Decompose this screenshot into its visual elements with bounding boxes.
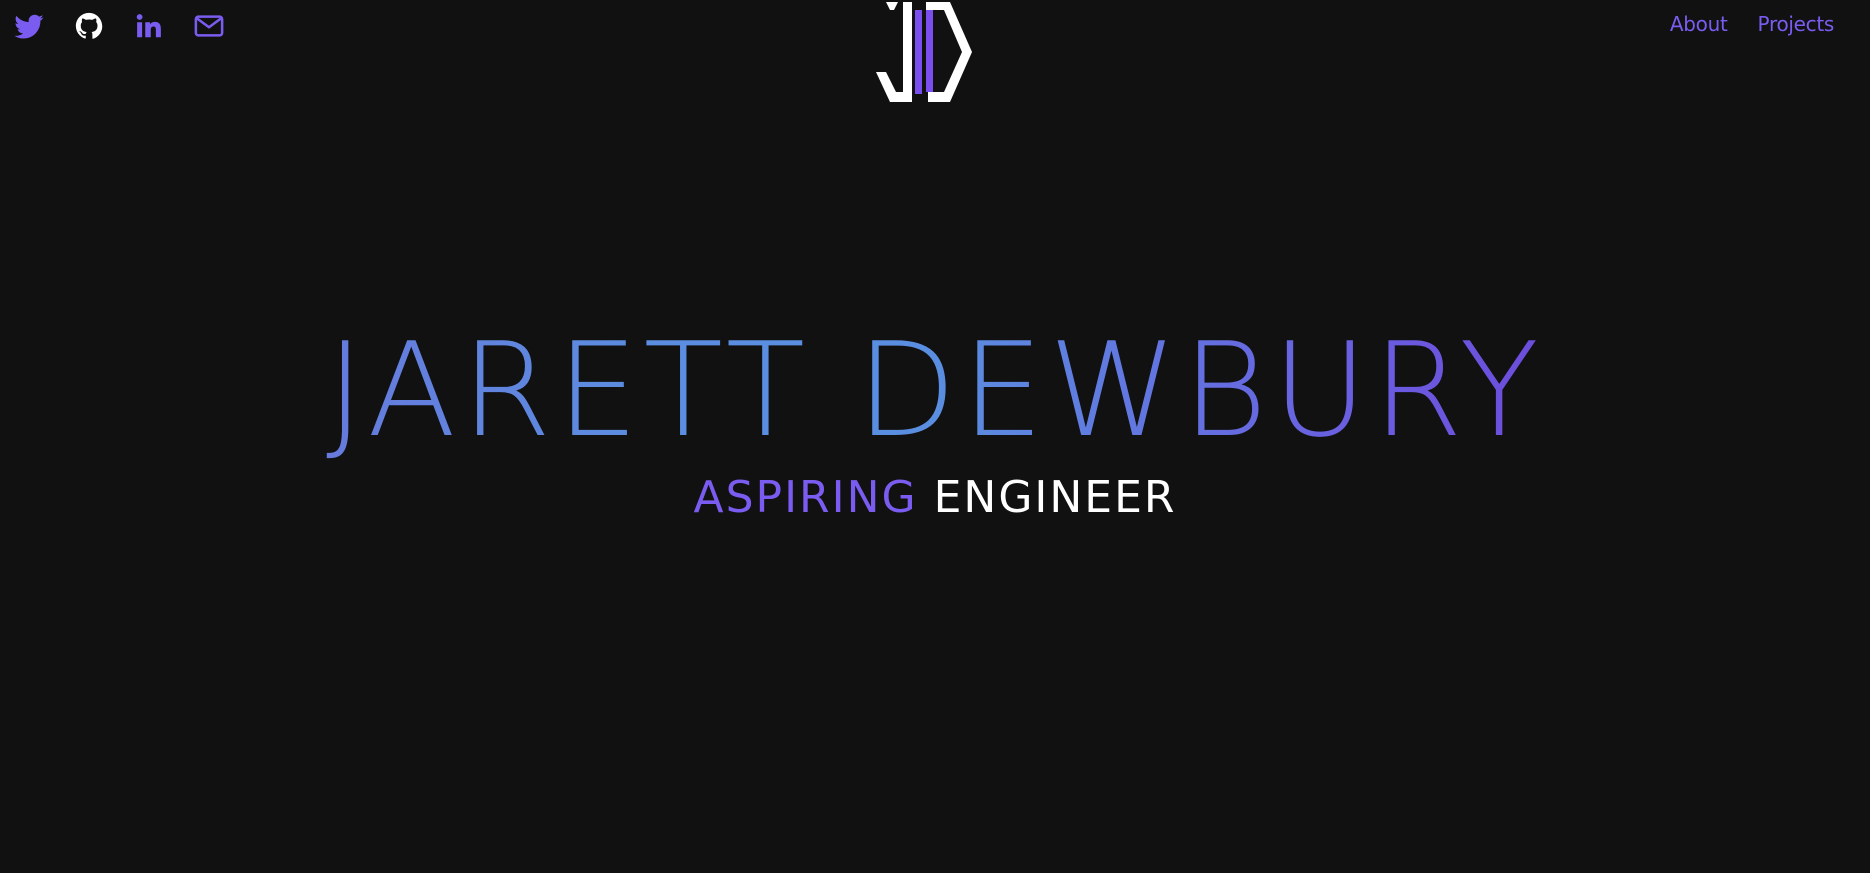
linkedin-link[interactable] (134, 10, 164, 42)
logo[interactable] (868, 0, 978, 104)
nav-projects-link[interactable]: Projects (1758, 12, 1835, 36)
linkedin-icon (136, 14, 161, 38)
social-links (14, 10, 254, 42)
subtitle-accent: ASPIRING (693, 472, 918, 523)
hero-name: JARETT DEWBURY (0, 318, 1870, 463)
jd-hexagon-logo (876, 2, 972, 102)
twitter-link[interactable] (14, 10, 44, 42)
main-nav: About Projects (1640, 12, 1834, 36)
github-link[interactable] (74, 10, 104, 42)
github-icon (75, 12, 103, 39)
mail-link[interactable] (194, 10, 224, 42)
page: About Projects JARETT DEWBURY ASPIRING E… (0, 0, 1870, 873)
subtitle-rest: ENGINEER (933, 472, 1177, 523)
nav-about-link[interactable]: About (1670, 12, 1728, 36)
mail-icon (194, 15, 224, 37)
hero-subtitle: ASPIRING ENGINEER (0, 470, 1870, 526)
twitter-icon (14, 14, 44, 39)
